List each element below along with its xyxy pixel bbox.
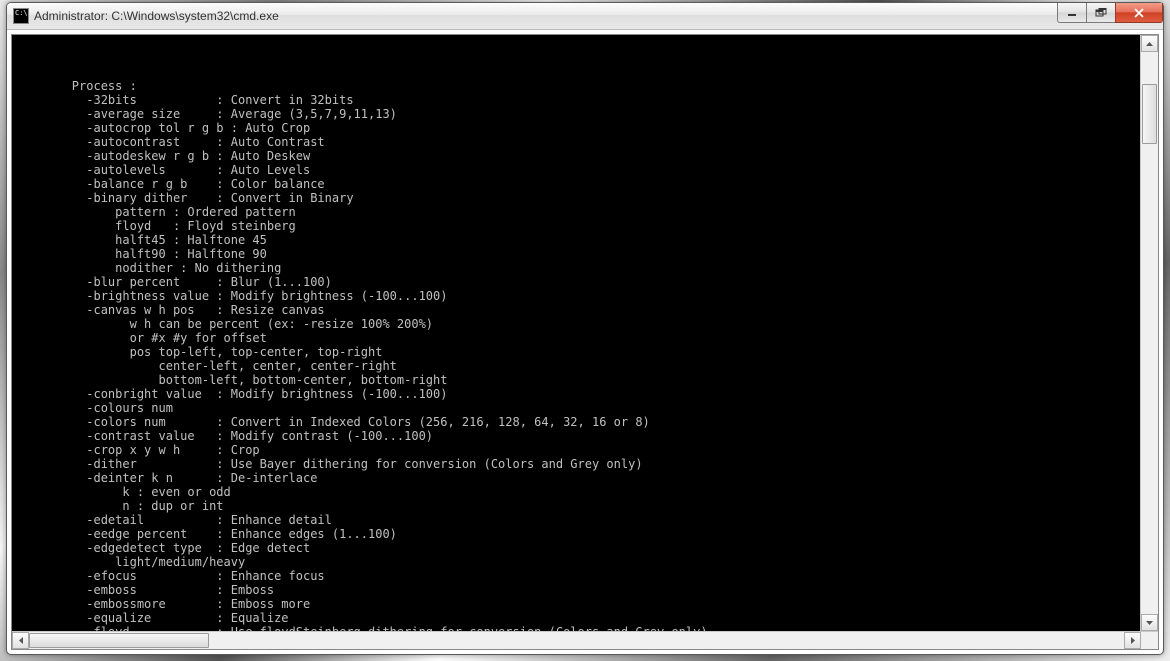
client-area: Process : -32bits : Convert in 32bits -a…: [11, 34, 1159, 650]
scroll-down-button[interactable]: [1141, 614, 1158, 631]
cmd-icon: [13, 8, 29, 24]
minimize-button[interactable]: [1057, 3, 1087, 23]
maximize-button[interactable]: [1086, 3, 1116, 23]
horizontal-scroll-track[interactable]: [29, 632, 1124, 649]
scroll-left-button[interactable]: [12, 632, 29, 649]
horizontal-scrollbar[interactable]: [12, 631, 1158, 649]
scroll-up-button[interactable]: [1141, 35, 1158, 52]
horizontal-scroll-thumb[interactable]: [29, 633, 209, 648]
vertical-scroll-track[interactable]: [1141, 52, 1158, 614]
scroll-corner: [1141, 632, 1158, 649]
vertical-scrollbar[interactable]: [1140, 35, 1158, 631]
window-controls: [1058, 3, 1163, 23]
terminal-output[interactable]: Process : -32bits : Convert in 32bits -a…: [12, 35, 1140, 631]
cmd-window: Administrator: C:\Windows\system32\cmd.e…: [6, 2, 1164, 655]
titlebar[interactable]: Administrator: C:\Windows\system32\cmd.e…: [7, 3, 1163, 30]
window-title: Administrator: C:\Windows\system32\cmd.e…: [34, 9, 279, 23]
vertical-scroll-thumb[interactable]: [1142, 84, 1157, 144]
scroll-right-button[interactable]: [1124, 632, 1141, 649]
close-button[interactable]: [1115, 3, 1163, 23]
